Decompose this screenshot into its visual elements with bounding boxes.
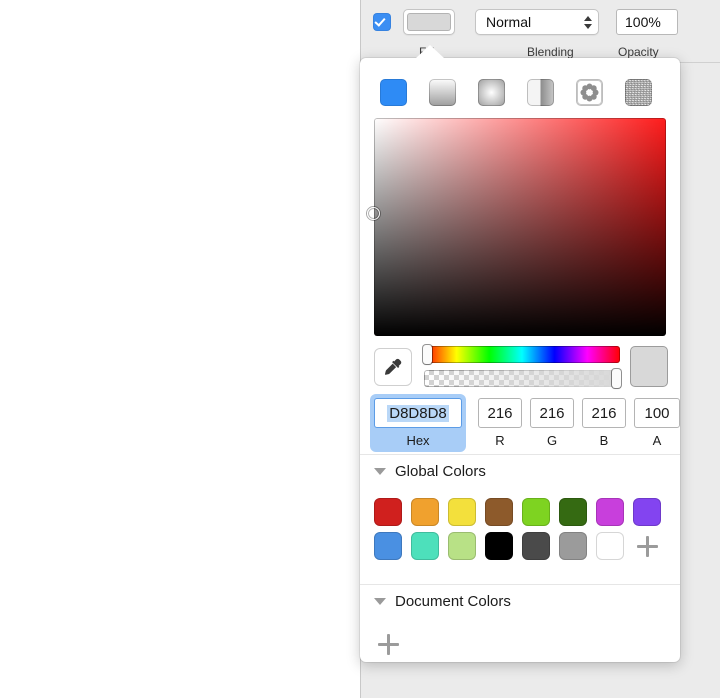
global-color-swatch-light-green[interactable] bbox=[448, 532, 476, 560]
popover-arrow bbox=[416, 45, 444, 58]
global-color-swatch-gray[interactable] bbox=[559, 532, 587, 560]
opacity-input[interactable]: 100% bbox=[616, 9, 678, 35]
global-color-swatch-magenta[interactable] bbox=[596, 498, 624, 526]
alpha-slider[interactable] bbox=[424, 369, 621, 388]
hex-field-wrapper[interactable]: D8D8D8 Hex bbox=[370, 394, 466, 452]
b-label: B bbox=[599, 433, 609, 448]
alpha-slider-handle[interactable] bbox=[612, 369, 621, 388]
angular-gradient-icon bbox=[526, 79, 554, 106]
blending-mode-value: Normal bbox=[486, 14, 532, 30]
fill-section-header: Normal 100% Fill Blending Opacity bbox=[361, 0, 720, 63]
document-colors-section-header[interactable]: Document Colors bbox=[360, 584, 680, 618]
global-colors-section-header[interactable]: Global Colors bbox=[360, 454, 680, 488]
fill-color-swatch-button[interactable] bbox=[403, 9, 455, 35]
r-label: R bbox=[495, 433, 505, 448]
app-window: Normal 100% Fill Blending Opacity D8D8D8… bbox=[0, 0, 720, 698]
hex-label: Hex bbox=[406, 433, 430, 448]
global-color-swatch-red[interactable] bbox=[374, 498, 402, 526]
g-input[interactable]: 216 bbox=[530, 398, 574, 428]
hue-slider[interactable] bbox=[423, 345, 620, 364]
blending-mode-select[interactable]: Normal bbox=[475, 9, 599, 35]
disclosure-triangle-icon[interactable] bbox=[374, 598, 386, 605]
fill-type-linear-gradient-button[interactable] bbox=[423, 76, 461, 109]
fill-type-angular-gradient-button[interactable] bbox=[521, 76, 559, 109]
global-color-swatch-blue[interactable] bbox=[374, 532, 402, 560]
eyedropper-button[interactable] bbox=[374, 348, 412, 386]
saturation-brightness-field[interactable] bbox=[367, 118, 666, 336]
label-blending: Blending bbox=[527, 45, 574, 59]
a-field-wrapper[interactable]: 100 A bbox=[634, 398, 680, 448]
color-picker-popover: D8D8D8 Hex 216 R 216 G 216 B 100 A Globa… bbox=[360, 45, 680, 662]
opacity-value: 100% bbox=[625, 14, 661, 30]
global-color-swatch-orange[interactable] bbox=[411, 498, 439, 526]
fill-type-solid-color-button[interactable] bbox=[374, 76, 412, 109]
a-value: 100 bbox=[644, 404, 670, 422]
global-color-swatch-dark-green[interactable] bbox=[559, 498, 587, 526]
global-color-swatch-black[interactable] bbox=[485, 532, 513, 560]
pattern-flower-icon bbox=[575, 79, 603, 106]
global-color-swatch-turquoise[interactable] bbox=[411, 532, 439, 560]
global-color-swatch-purple[interactable] bbox=[633, 498, 661, 526]
document-colors-title: Document Colors bbox=[395, 593, 511, 610]
fill-controls-row: Normal 100% bbox=[373, 9, 678, 35]
global-color-swatch-brown[interactable] bbox=[485, 498, 513, 526]
hex-value: D8D8D8 bbox=[387, 404, 449, 422]
fill-color-preview bbox=[407, 13, 451, 31]
global-color-swatch-white[interactable] bbox=[596, 532, 624, 560]
hex-input[interactable]: D8D8D8 bbox=[374, 398, 462, 428]
g-value: 216 bbox=[539, 404, 565, 422]
linear-gradient-icon bbox=[428, 79, 456, 106]
r-field-wrapper[interactable]: 216 R bbox=[478, 398, 522, 448]
fill-enabled-checkbox[interactable] bbox=[373, 13, 391, 31]
b-value: 216 bbox=[591, 404, 617, 422]
fill-type-radial-gradient-button[interactable] bbox=[472, 76, 510, 109]
noise-texture-icon bbox=[624, 79, 652, 106]
b-field-wrapper[interactable]: 216 B bbox=[582, 398, 626, 448]
color-picker-handle[interactable] bbox=[367, 206, 380, 220]
canvas-area[interactable] bbox=[0, 0, 360, 698]
color-preview-swatch bbox=[630, 346, 668, 387]
a-label: A bbox=[652, 433, 662, 448]
chevron-updown-icon[interactable] bbox=[584, 15, 592, 29]
add-global-color-button[interactable] bbox=[633, 532, 661, 560]
solid-color-icon bbox=[379, 79, 407, 106]
g-field-wrapper[interactable]: 216 G bbox=[530, 398, 574, 448]
r-value: 216 bbox=[487, 404, 513, 422]
global-colors-grid bbox=[374, 498, 670, 560]
disclosure-triangle-icon[interactable] bbox=[374, 468, 386, 475]
hue-slider-handle[interactable] bbox=[423, 345, 432, 364]
r-input[interactable]: 216 bbox=[478, 398, 522, 428]
global-color-swatch-dark-gray[interactable] bbox=[522, 532, 550, 560]
checkmark-icon bbox=[374, 15, 386, 27]
radial-gradient-icon bbox=[477, 79, 505, 106]
global-colors-title: Global Colors bbox=[395, 463, 486, 480]
g-label: G bbox=[546, 433, 558, 448]
slider-row bbox=[374, 345, 668, 390]
fill-type-pattern-button[interactable] bbox=[570, 76, 608, 109]
global-color-swatch-lime-green[interactable] bbox=[522, 498, 550, 526]
add-document-color-button[interactable] bbox=[374, 630, 402, 658]
fill-type-noise-button[interactable] bbox=[619, 76, 657, 109]
a-input[interactable]: 100 bbox=[634, 398, 680, 428]
fill-type-selector bbox=[374, 76, 657, 109]
label-opacity: Opacity bbox=[618, 45, 659, 59]
global-color-swatch-yellow[interactable] bbox=[448, 498, 476, 526]
b-input[interactable]: 216 bbox=[582, 398, 626, 428]
